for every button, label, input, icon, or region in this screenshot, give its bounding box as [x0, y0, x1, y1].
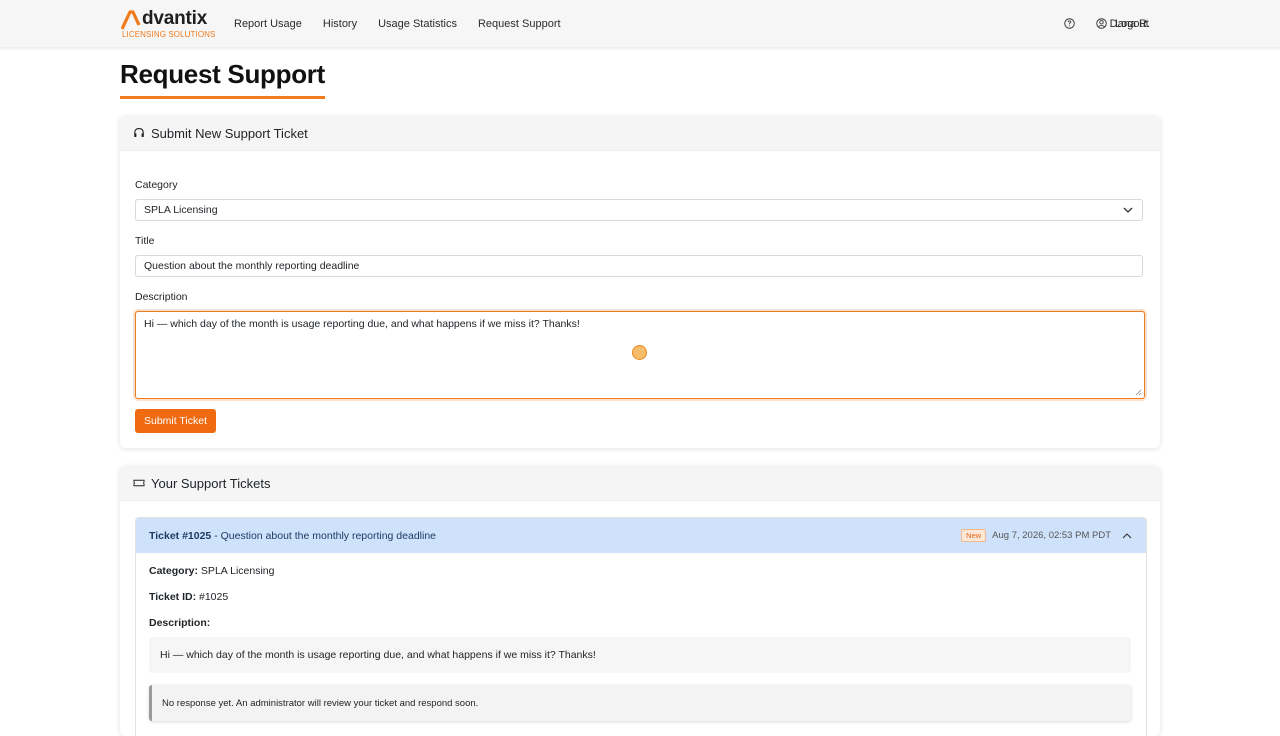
your-tickets-title: Your Support Tickets — [151, 475, 271, 491]
nav-links: Report Usage History Usage Statistics Re… — [234, 0, 582, 47]
chevron-up-icon[interactable] — [1122, 532, 1132, 539]
headset-icon — [133, 127, 145, 139]
ticket-category: Category: SPLA Licensing — [149, 565, 274, 577]
title-input-value: Question about the monthly reporting dea… — [144, 260, 360, 272]
submit-ticket-title: Submit New Support Ticket — [151, 125, 308, 141]
nav-usage-statistics[interactable]: Usage Statistics — [378, 18, 457, 30]
ticket-category-value: SPLA Licensing — [198, 565, 275, 577]
your-tickets-header: Your Support Tickets — [120, 466, 1160, 501]
title-input[interactable]: Question about the monthly reporting dea… — [135, 255, 1143, 277]
category-select[interactable]: SPLA Licensing — [135, 199, 1143, 221]
title-underline — [120, 96, 325, 99]
status-badge: New — [961, 529, 987, 542]
logo-mark-icon — [121, 10, 141, 30]
title-label: Title — [135, 235, 155, 247]
nav-request-support[interactable]: Request Support — [478, 18, 561, 30]
ticket-response-text: No response yet. An administrator will r… — [162, 697, 479, 709]
submit-ticket-card: Submit New Support Ticket Category SPLA … — [120, 116, 1160, 448]
navbar: dvantix LICENSING SOLUTIONS Report Usage… — [0, 0, 1280, 47]
ticket-number: Ticket #1025 — [149, 529, 212, 542]
ticket-id-value: #1025 — [196, 591, 229, 603]
ticket-title: - Question about the monthly reporting d… — [211, 529, 437, 542]
submit-ticket-header: Submit New Support Ticket — [120, 116, 1160, 151]
category-label: Category — [135, 179, 178, 191]
category-selected-value: SPLA Licensing — [144, 204, 218, 216]
user-circle-icon — [1095, 18, 1107, 29]
nav-report-usage[interactable]: Report Usage — [234, 18, 302, 30]
question-circle-icon[interactable] — [1063, 18, 1075, 29]
ticket-header[interactable]: Ticket #1025 - Question about the monthl… — [136, 518, 1146, 553]
nav-history[interactable]: History — [323, 18, 357, 30]
ticket-category-label: Category: — [149, 565, 199, 577]
ticket-id: Ticket ID: #1025 — [149, 591, 228, 603]
resize-grip-icon[interactable] — [1135, 389, 1142, 396]
submit-ticket-button[interactable]: Submit Ticket — [135, 409, 217, 433]
description-textarea-value: Hi — which day of the month is usage rep… — [144, 318, 580, 330]
ticket-description-text: Hi — which day of the month is usage rep… — [160, 649, 596, 661]
ticket-date: Aug 7, 2026, 02:53 PM PDT — [992, 530, 1111, 541]
ticket-id-label: Ticket ID: — [149, 591, 197, 603]
ticket-description-label: Description: — [149, 617, 211, 629]
ticket-item: Ticket #1025 - Question about the monthl… — [135, 517, 1147, 736]
logout-link[interactable]: Logout — [1115, 0, 1149, 47]
ticket-response-box: No response yet. An administrator will r… — [149, 685, 1131, 721]
brand-logo[interactable]: dvantix LICENSING SOLUTIONS — [121, 8, 216, 40]
your-tickets-card: Your Support Tickets Ticket #1025 - Ques… — [120, 466, 1160, 736]
description-label: Description — [135, 291, 188, 303]
ticket-meta: New Aug 7, 2026, 02:53 PM PDT — [961, 518, 1132, 553]
chevron-down-icon — [1123, 207, 1133, 213]
mouse-cursor-indicator — [632, 345, 647, 360]
ticket-description-heading: Description: — [149, 617, 210, 629]
ticket-icon — [133, 477, 145, 489]
brand-name: dvantix — [142, 8, 208, 29]
page-title: Request Support — [120, 59, 325, 89]
ticket-description-box: Hi — which day of the month is usage rep… — [149, 637, 1131, 673]
brand-tagline: LICENSING SOLUTIONS — [122, 30, 216, 39]
